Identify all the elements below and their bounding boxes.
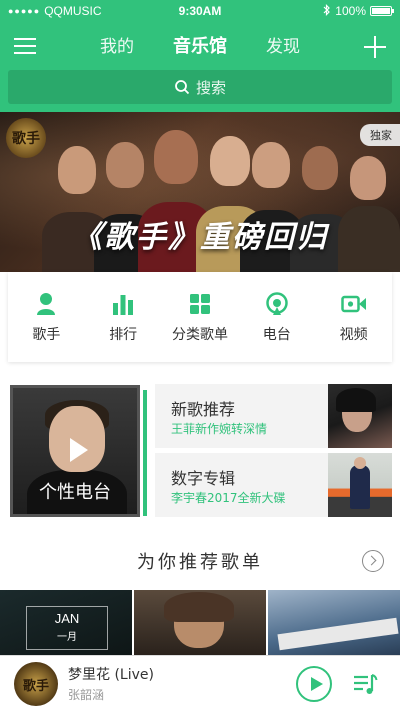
album-cover[interactable]: 歌手 <box>14 662 58 706</box>
quick-nav: 歌手 排行 分类歌单 电台 视频 <box>8 272 392 362</box>
nav-label: 分类歌单 <box>171 327 228 343</box>
carrier-name: QQMUSIC <box>44 4 102 18</box>
chart-icon <box>113 295 134 315</box>
digital-album-card[interactable]: 数字专辑 李宇春2017全新大碟 <box>155 453 392 517</box>
battery-icon <box>370 6 394 16</box>
nav-label: 电台 <box>262 327 291 343</box>
search-area: 搜索 <box>0 70 400 112</box>
playlist-card[interactable]: JAN 一月 <box>0 590 132 655</box>
playlist-cover-keyboard <box>277 617 399 651</box>
personal-radio-card[interactable]: 个性电台 <box>10 385 140 517</box>
now-playing-title[interactable]: 梦里花 (Live) <box>68 664 154 684</box>
playlist-card[interactable] <box>134 590 266 655</box>
hamburger-menu-icon[interactable] <box>14 36 36 56</box>
new-songs-card[interactable]: 新歌推荐 王菲新作婉转深情 <box>155 384 392 448</box>
nav-radio[interactable]: 电台 <box>238 272 315 362</box>
personal-radio-title: 个性电台 <box>39 482 111 503</box>
card-accent-strip <box>143 390 147 516</box>
top-nav-bar: 我的 音乐馆 发现 <box>0 22 400 70</box>
now-playing-artist: 张韶涵 <box>68 688 105 702</box>
digital-album-title: 数字专辑 <box>171 469 236 488</box>
nav-categories[interactable]: 分类歌单 <box>162 272 239 362</box>
nav-label: 排行 <box>109 327 138 343</box>
nav-video[interactable]: 视频 <box>315 272 392 362</box>
banner-title: 《歌手》重磅回归 <box>72 220 328 255</box>
search-placeholder: 搜索 <box>195 78 226 97</box>
search-icon <box>175 80 190 95</box>
play-icon[interactable] <box>70 438 88 462</box>
exclusive-badge: 独家 <box>360 124 400 146</box>
category-grid-icon <box>189 294 210 314</box>
status-bar: ●●●●● QQMUSIC 9:30AM 100% <box>0 0 400 22</box>
bluetooth-icon <box>323 3 331 19</box>
digital-album-thumbnail <box>328 453 392 517</box>
playlist-month-label: JAN 一月 <box>26 606 108 650</box>
tab-discover[interactable]: 发现 <box>266 32 300 58</box>
playlist-month-cn: 一月 <box>57 632 77 643</box>
main-tabs: 我的 音乐馆 发现 <box>100 32 300 58</box>
digital-album-subtitle: 李宇春2017全新大碟 <box>171 491 286 505</box>
tab-music-hall[interactable]: 音乐馆 <box>173 32 227 58</box>
singer-icon <box>37 293 56 315</box>
video-icon <box>340 295 366 313</box>
nav-label: 视频 <box>339 327 368 343</box>
nav-label: 歌手 <box>32 327 61 343</box>
recommended-playlists-heading: 为你推荐歌单 <box>137 552 263 573</box>
nav-singer[interactable]: 歌手 <box>8 272 85 362</box>
plus-icon[interactable] <box>364 36 386 58</box>
playlist-cover-hair <box>164 592 234 622</box>
battery-percent: 100% <box>335 4 366 18</box>
new-songs-subtitle: 王菲新作婉转深情 <box>171 422 268 436</box>
new-songs-title: 新歌推荐 <box>171 400 236 419</box>
chevron-right-icon[interactable] <box>362 550 384 572</box>
playlist-queue-icon[interactable] <box>352 671 378 697</box>
show-logo: 歌手 <box>6 118 46 158</box>
new-songs-thumbnail <box>328 384 392 448</box>
radio-icon <box>266 292 288 315</box>
signal-strength-icon: ●●●●● <box>8 6 41 16</box>
tab-mine[interactable]: 我的 <box>100 32 134 58</box>
playlist-month: JAN <box>54 611 80 626</box>
play-button[interactable] <box>296 666 332 702</box>
promo-banner[interactable]: 歌手 独家 《歌手》重磅回归 <box>0 112 400 272</box>
playlist-card[interactable] <box>268 590 400 655</box>
nav-ranking[interactable]: 排行 <box>85 272 162 362</box>
search-input[interactable]: 搜索 <box>8 70 392 104</box>
mini-player: 歌手 梦里花 (Live) 张韶涵 <box>0 655 400 713</box>
